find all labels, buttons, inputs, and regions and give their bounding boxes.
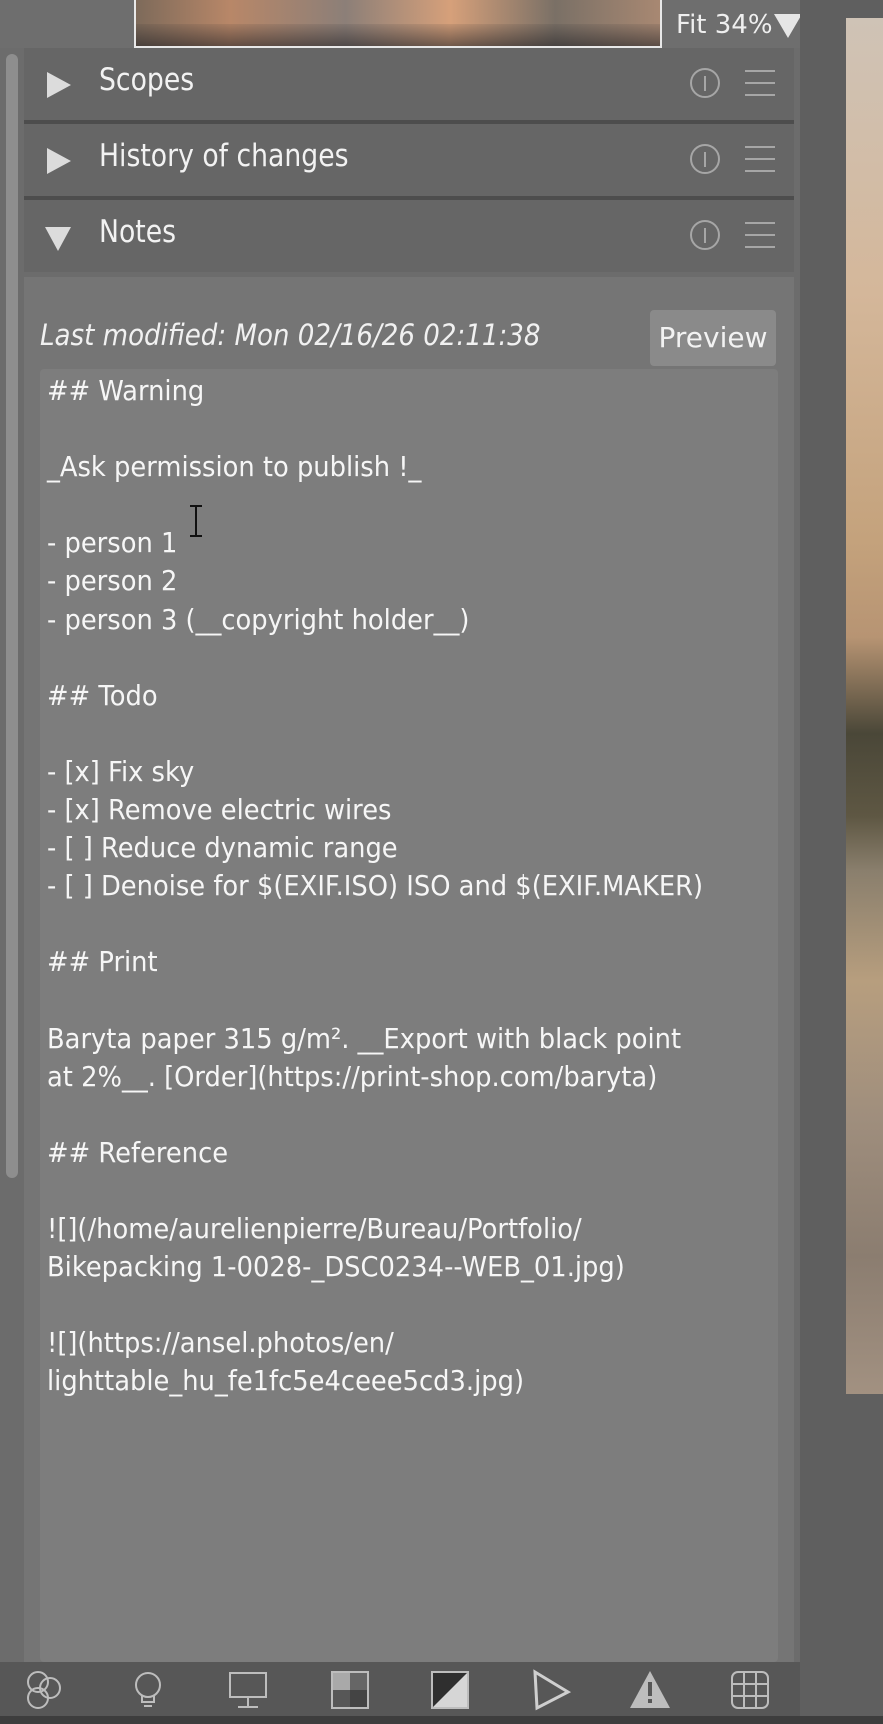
- module-header-history[interactable]: History of changes: [24, 124, 794, 196]
- filmstrip-thumbnail[interactable]: [134, 0, 662, 48]
- module-title: Scopes: [99, 62, 195, 98]
- module-title: Notes: [99, 214, 177, 250]
- grid-icon[interactable]: [728, 1668, 772, 1712]
- module-header-notes[interactable]: Notes: [24, 200, 794, 272]
- checkerboard-icon[interactable]: [328, 1668, 372, 1712]
- gamut-triangle-icon[interactable]: [528, 1668, 572, 1712]
- presets-menu-icon[interactable]: [745, 220, 775, 250]
- center-image-preview[interactable]: [846, 18, 883, 1394]
- preview-button[interactable]: Preview: [650, 310, 776, 366]
- contrast-icon[interactable]: [428, 1668, 472, 1712]
- panel-scrollbar[interactable]: [6, 54, 18, 1178]
- color-circles-icon[interactable]: [24, 1668, 68, 1712]
- expand-arrow-icon[interactable]: [47, 148, 71, 174]
- info-icon[interactable]: [690, 68, 720, 98]
- text-cursor-icon: [190, 503, 202, 539]
- info-icon[interactable]: [690, 144, 720, 174]
- warning-icon[interactable]: [628, 1668, 672, 1712]
- monitor-icon[interactable]: [226, 1668, 270, 1712]
- lightbulb-icon[interactable]: [126, 1668, 170, 1712]
- presets-menu-icon[interactable]: [745, 68, 775, 98]
- bottom-toolbar: [0, 1662, 883, 1724]
- collapse-arrow-icon[interactable]: [45, 227, 71, 251]
- expand-arrow-icon[interactable]: [47, 72, 71, 98]
- last-modified-label: Last modified: Mon 02/16/26 02:11:38: [40, 318, 541, 352]
- info-icon[interactable]: [690, 220, 720, 250]
- notes-text-content[interactable]: ## Warning _Ask permission to publish !_…: [47, 372, 719, 1401]
- zoom-dropdown-icon[interactable]: [774, 14, 802, 38]
- zoom-level-label[interactable]: Fit 34%: [676, 10, 773, 40]
- module-header-scopes[interactable]: Scopes: [24, 48, 794, 120]
- presets-menu-icon[interactable]: [745, 144, 775, 174]
- module-title: History of changes: [99, 138, 349, 174]
